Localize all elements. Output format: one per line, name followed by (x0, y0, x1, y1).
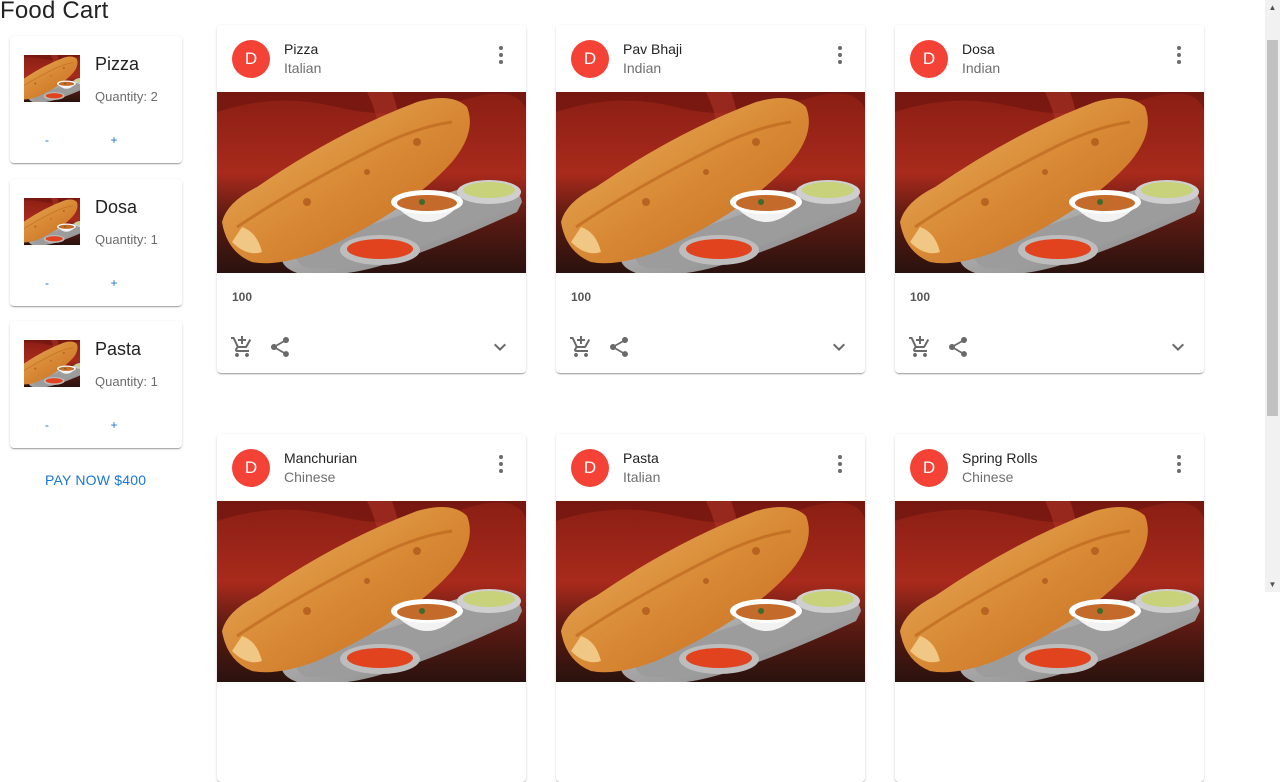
decrement-button[interactable]: - (37, 275, 57, 291)
cart-item-name: Dosa (95, 197, 138, 217)
food-name: Pizza (284, 41, 319, 57)
scroll-up-arrow-icon[interactable]: ▲ (1268, 3, 1277, 12)
scrollbar-thumb[interactable] (1267, 40, 1278, 416)
food-card: D Manchurian Chinese (217, 434, 526, 782)
app-title: Food Cart (0, 0, 109, 24)
food-name: Dosa (962, 41, 995, 57)
cart-item: Pasta Quantity: 1 - + (10, 321, 182, 448)
share-icon[interactable] (268, 335, 292, 359)
more-vert-icon[interactable] (1170, 45, 1188, 65)
more-vert-icon[interactable] (1170, 454, 1188, 474)
more-vert-icon[interactable] (492, 45, 510, 65)
increment-button[interactable]: + (104, 275, 124, 291)
cart-item-quantity: Quantity: 2 (95, 89, 158, 104)
scroll-down-arrow-icon[interactable]: ▼ (1268, 580, 1277, 589)
food-price: 100 (910, 290, 931, 304)
expand-more-icon[interactable] (827, 335, 851, 359)
more-vert-icon[interactable] (831, 454, 849, 474)
food-image (556, 92, 865, 273)
avatar: D (232, 40, 270, 78)
food-image (217, 92, 526, 273)
food-card: D Pav Bhaji Indian 100 (556, 25, 865, 373)
pay-now-button[interactable]: PAY NOW $400 (45, 472, 146, 488)
food-card: D Pasta Italian (556, 434, 865, 782)
cart-item-image (24, 55, 80, 102)
expand-more-icon[interactable] (488, 335, 512, 359)
food-card: D Pizza Italian 100 (217, 25, 526, 373)
cart-item-quantity: Quantity: 1 (95, 232, 158, 247)
add-shopping-cart-icon[interactable] (230, 335, 254, 359)
cart-item-name: Pasta (95, 339, 142, 359)
add-shopping-cart-icon[interactable] (908, 335, 932, 359)
food-card: D Dosa Indian 100 (895, 25, 1204, 373)
food-cuisine: Indian (962, 60, 1001, 76)
avatar: D (571, 40, 609, 78)
vertical-scrollbar[interactable]: ▲ ▼ (1265, 0, 1280, 592)
share-icon[interactable] (607, 335, 631, 359)
food-card: D Spring Rolls Chinese (895, 434, 1204, 782)
avatar: D (232, 449, 270, 487)
food-cuisine: Italian (623, 469, 661, 485)
avatar: D (910, 40, 948, 78)
decrement-button[interactable]: - (37, 417, 57, 433)
food-name: Pav Bhaji (623, 41, 683, 57)
food-name: Spring Rolls (962, 450, 1038, 466)
food-cuisine: Indian (623, 60, 662, 76)
cart-item: Pizza Quantity: 2 - + (10, 36, 182, 163)
food-cuisine: Chinese (284, 469, 336, 485)
food-cuisine: Italian (284, 60, 322, 76)
more-vert-icon[interactable] (492, 454, 510, 474)
expand-more-icon[interactable] (1166, 335, 1190, 359)
food-image (895, 92, 1204, 273)
avatar: D (571, 449, 609, 487)
cart-item-image (24, 340, 80, 387)
cart-item-image (24, 198, 80, 245)
cart-item-name: Pizza (95, 54, 140, 74)
more-vert-icon[interactable] (831, 45, 849, 65)
food-name: Manchurian (284, 450, 358, 466)
food-price: 100 (571, 290, 592, 304)
cart-item-quantity: Quantity: 1 (95, 374, 158, 389)
food-name: Pasta (623, 450, 659, 466)
cart-item: Dosa Quantity: 1 - + (10, 179, 182, 306)
share-icon[interactable] (946, 335, 970, 359)
food-price: 100 (232, 290, 253, 304)
increment-button[interactable]: + (104, 417, 124, 433)
increment-button[interactable]: + (104, 132, 124, 148)
food-cuisine: Chinese (962, 469, 1014, 485)
add-shopping-cart-icon[interactable] (569, 335, 593, 359)
decrement-button[interactable]: - (37, 132, 57, 148)
avatar: D (910, 449, 948, 487)
